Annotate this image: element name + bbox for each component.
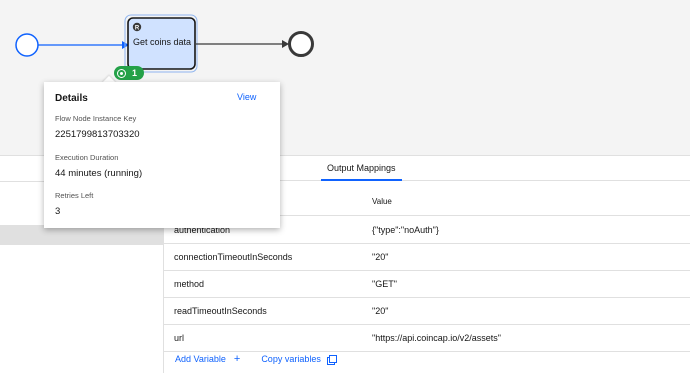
flow-node-instance-key-value: 2251799813703320 xyxy=(55,129,140,140)
variables-footer: Add Variable + Copy variables xyxy=(175,352,337,365)
running-instances-badge[interactable]: 1 xyxy=(114,66,144,80)
copy-icon xyxy=(326,354,337,365)
table-row[interactable]: url "https://api.coincap.io/v2/assets" xyxy=(164,325,690,352)
tab-output-mappings[interactable]: Output Mappings xyxy=(321,156,402,181)
variable-value: "20" xyxy=(372,252,389,262)
retries-left-value: 3 xyxy=(55,206,61,217)
table-row[interactable]: connectionTimeoutInSeconds "20" xyxy=(164,244,690,271)
variable-value: "20" xyxy=(372,306,389,316)
popover-title: Details xyxy=(55,93,88,104)
svg-text:R: R xyxy=(135,26,140,32)
flow-node-instance-key-label: Flow Node Instance Key xyxy=(55,114,137,123)
variable-name: connectionTimeoutInSeconds xyxy=(174,252,293,262)
instance-count: 1 xyxy=(132,68,138,78)
start-event[interactable] xyxy=(15,33,39,57)
variable-value: "GET" xyxy=(372,279,397,289)
details-popover: Details View Flow Node Instance Key 2251… xyxy=(44,82,280,228)
retries-left-label: Retries Left xyxy=(55,191,94,200)
add-variable-label: Add Variable xyxy=(175,354,226,364)
running-token-icon xyxy=(117,68,126,78)
table-row[interactable]: method "GET" xyxy=(164,271,690,298)
plus-icon: + xyxy=(233,352,241,365)
copy-variables-label: Copy variables xyxy=(261,354,321,364)
sequence-flow-2-arrow xyxy=(282,40,289,48)
variable-value: {"type":"noAuth"} xyxy=(372,225,439,235)
history-selected-row[interactable] xyxy=(0,225,164,245)
table-row[interactable]: readTimeoutInSeconds "20" xyxy=(164,298,690,325)
end-event[interactable] xyxy=(288,31,314,57)
execution-duration-label: Execution Duration xyxy=(55,153,119,162)
task-label: Get coins data xyxy=(132,37,192,47)
view-link[interactable]: View xyxy=(237,92,256,102)
variable-value: "https://api.coincap.io/v2/assets" xyxy=(372,333,501,343)
execution-duration-value: 44 minutes (running) xyxy=(55,168,143,179)
value-column-header: Value xyxy=(372,197,392,206)
variable-name: readTimeoutInSeconds xyxy=(174,306,267,316)
add-variable-button[interactable]: Add Variable + xyxy=(175,352,241,365)
variable-name: url xyxy=(174,333,185,343)
variable-name: method xyxy=(174,279,205,289)
copy-variables-button[interactable]: Copy variables xyxy=(261,354,337,365)
